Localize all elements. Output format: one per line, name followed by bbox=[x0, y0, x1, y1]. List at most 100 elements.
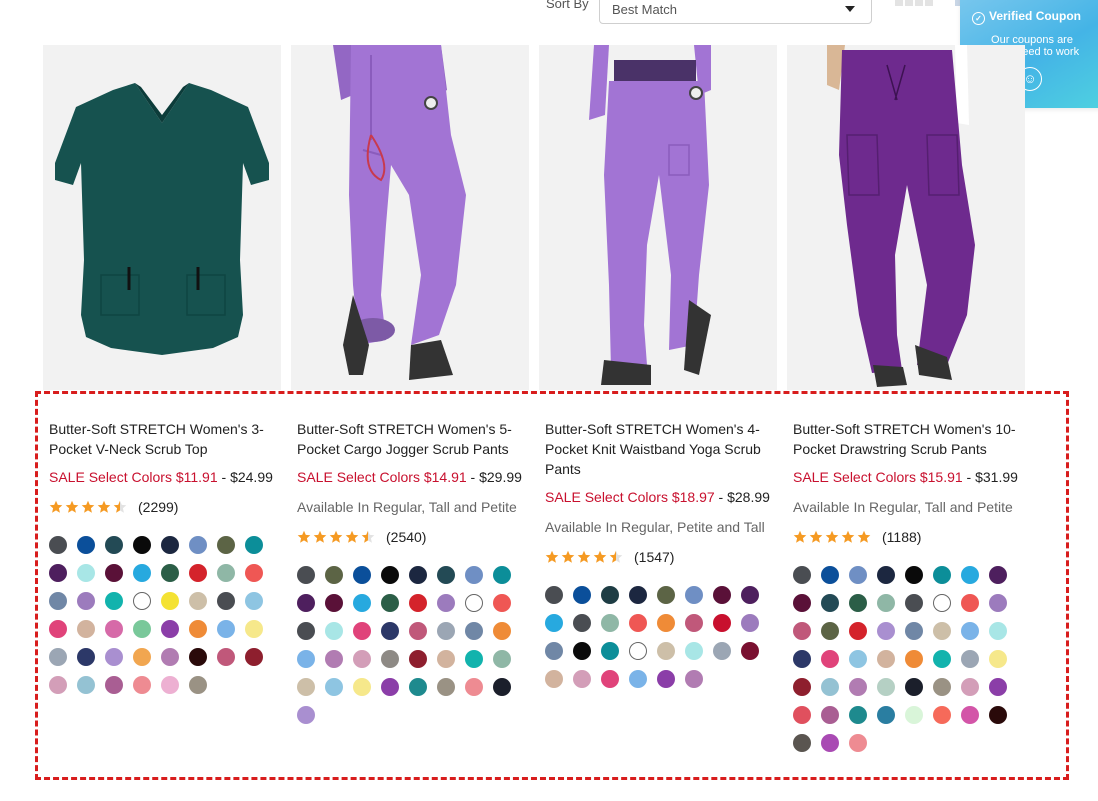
color-swatch[interactable] bbox=[161, 676, 179, 694]
color-swatch[interactable] bbox=[297, 622, 315, 640]
color-swatch[interactable] bbox=[905, 650, 923, 668]
color-swatch[interactable] bbox=[629, 614, 647, 632]
color-swatch[interactable] bbox=[409, 566, 427, 584]
color-swatch[interactable] bbox=[297, 650, 315, 668]
color-swatch[interactable] bbox=[189, 676, 207, 694]
color-swatch[interactable] bbox=[49, 564, 67, 582]
rating[interactable]: (2299) bbox=[49, 497, 279, 517]
color-swatch[interactable] bbox=[245, 620, 263, 638]
color-swatch[interactable] bbox=[601, 614, 619, 632]
color-swatch[interactable] bbox=[189, 592, 207, 610]
color-swatch[interactable] bbox=[105, 648, 123, 666]
color-swatch[interactable] bbox=[465, 678, 483, 696]
color-swatch[interactable] bbox=[989, 678, 1007, 696]
product-title[interactable]: Butter-Soft STRETCH Women's 5-Pocket Car… bbox=[297, 419, 527, 459]
color-swatch[interactable] bbox=[713, 586, 731, 604]
rating[interactable]: (1188) bbox=[793, 527, 1023, 547]
color-swatch[interactable] bbox=[573, 642, 591, 660]
color-swatch[interactable] bbox=[105, 536, 123, 554]
product-image[interactable] bbox=[787, 45, 1025, 390]
color-swatch[interactable] bbox=[821, 650, 839, 668]
color-swatch[interactable] bbox=[189, 648, 207, 666]
color-swatch[interactable] bbox=[133, 592, 151, 610]
color-swatch[interactable] bbox=[905, 594, 923, 612]
product-image[interactable] bbox=[43, 45, 281, 390]
color-swatch[interactable] bbox=[161, 620, 179, 638]
color-swatch[interactable] bbox=[573, 586, 591, 604]
color-swatch[interactable] bbox=[189, 620, 207, 638]
color-swatch[interactable] bbox=[961, 706, 979, 724]
color-swatch[interactable] bbox=[877, 678, 895, 696]
color-swatch[interactable] bbox=[325, 678, 343, 696]
color-swatch[interactable] bbox=[629, 586, 647, 604]
color-swatch[interactable] bbox=[77, 592, 95, 610]
color-swatch[interactable] bbox=[493, 622, 511, 640]
color-swatch[interactable] bbox=[933, 706, 951, 724]
grid-view-icon[interactable] bbox=[895, 0, 933, 6]
color-swatch[interactable] bbox=[381, 622, 399, 640]
color-swatch[interactable] bbox=[465, 566, 483, 584]
color-swatch[interactable] bbox=[741, 614, 759, 632]
color-swatch[interactable] bbox=[297, 594, 315, 612]
product-title[interactable]: Butter-Soft STRETCH Women's 4-Pocket Kni… bbox=[545, 419, 775, 479]
color-swatch[interactable] bbox=[77, 536, 95, 554]
color-swatch[interactable] bbox=[989, 566, 1007, 584]
color-swatch[interactable] bbox=[629, 670, 647, 688]
color-swatch[interactable] bbox=[545, 614, 563, 632]
color-swatch[interactable] bbox=[245, 592, 263, 610]
color-swatch[interactable] bbox=[437, 622, 455, 640]
color-swatch[interactable] bbox=[821, 706, 839, 724]
color-swatch[interactable] bbox=[821, 594, 839, 612]
color-swatch[interactable] bbox=[493, 566, 511, 584]
color-swatch[interactable] bbox=[905, 678, 923, 696]
color-swatch[interactable] bbox=[713, 614, 731, 632]
color-swatch[interactable] bbox=[133, 620, 151, 638]
color-swatch[interactable] bbox=[189, 536, 207, 554]
color-swatch[interactable] bbox=[49, 648, 67, 666]
color-swatch[interactable] bbox=[685, 642, 703, 660]
color-swatch[interactable] bbox=[877, 706, 895, 724]
color-swatch[interactable] bbox=[685, 614, 703, 632]
color-swatch[interactable] bbox=[381, 678, 399, 696]
color-swatch[interactable] bbox=[493, 594, 511, 612]
color-swatch[interactable] bbox=[493, 650, 511, 668]
color-swatch[interactable] bbox=[821, 622, 839, 640]
color-swatch[interactable] bbox=[849, 622, 867, 640]
color-swatch[interactable] bbox=[49, 676, 67, 694]
color-swatch[interactable] bbox=[49, 620, 67, 638]
color-swatch[interactable] bbox=[877, 650, 895, 668]
color-swatch[interactable] bbox=[133, 676, 151, 694]
color-swatch[interactable] bbox=[989, 650, 1007, 668]
color-swatch[interactable] bbox=[49, 592, 67, 610]
product-image[interactable] bbox=[291, 45, 529, 390]
color-swatch[interactable] bbox=[409, 650, 427, 668]
color-swatch[interactable] bbox=[657, 642, 675, 660]
color-swatch[interactable] bbox=[933, 622, 951, 640]
color-swatch[interactable] bbox=[849, 706, 867, 724]
color-swatch[interactable] bbox=[217, 620, 235, 638]
color-swatch[interactable] bbox=[161, 536, 179, 554]
color-swatch[interactable] bbox=[601, 642, 619, 660]
color-swatch[interactable] bbox=[741, 642, 759, 660]
color-swatch[interactable] bbox=[297, 678, 315, 696]
color-swatch[interactable] bbox=[877, 622, 895, 640]
color-swatch[interactable] bbox=[437, 650, 455, 668]
color-swatch[interactable] bbox=[217, 564, 235, 582]
color-swatch[interactable] bbox=[77, 564, 95, 582]
color-swatch[interactable] bbox=[105, 620, 123, 638]
color-swatch[interactable] bbox=[657, 614, 675, 632]
color-swatch[interactable] bbox=[133, 564, 151, 582]
color-swatch[interactable] bbox=[437, 594, 455, 612]
color-swatch[interactable] bbox=[133, 648, 151, 666]
rating[interactable]: (1547) bbox=[545, 547, 775, 567]
color-swatch[interactable] bbox=[325, 594, 343, 612]
color-swatch[interactable] bbox=[381, 566, 399, 584]
color-swatch[interactable] bbox=[437, 566, 455, 584]
color-swatch[interactable] bbox=[685, 670, 703, 688]
color-swatch[interactable] bbox=[961, 566, 979, 584]
color-swatch[interactable] bbox=[77, 648, 95, 666]
color-swatch[interactable] bbox=[545, 670, 563, 688]
color-swatch[interactable] bbox=[465, 622, 483, 640]
color-swatch[interactable] bbox=[381, 650, 399, 668]
color-swatch[interactable] bbox=[793, 566, 811, 584]
